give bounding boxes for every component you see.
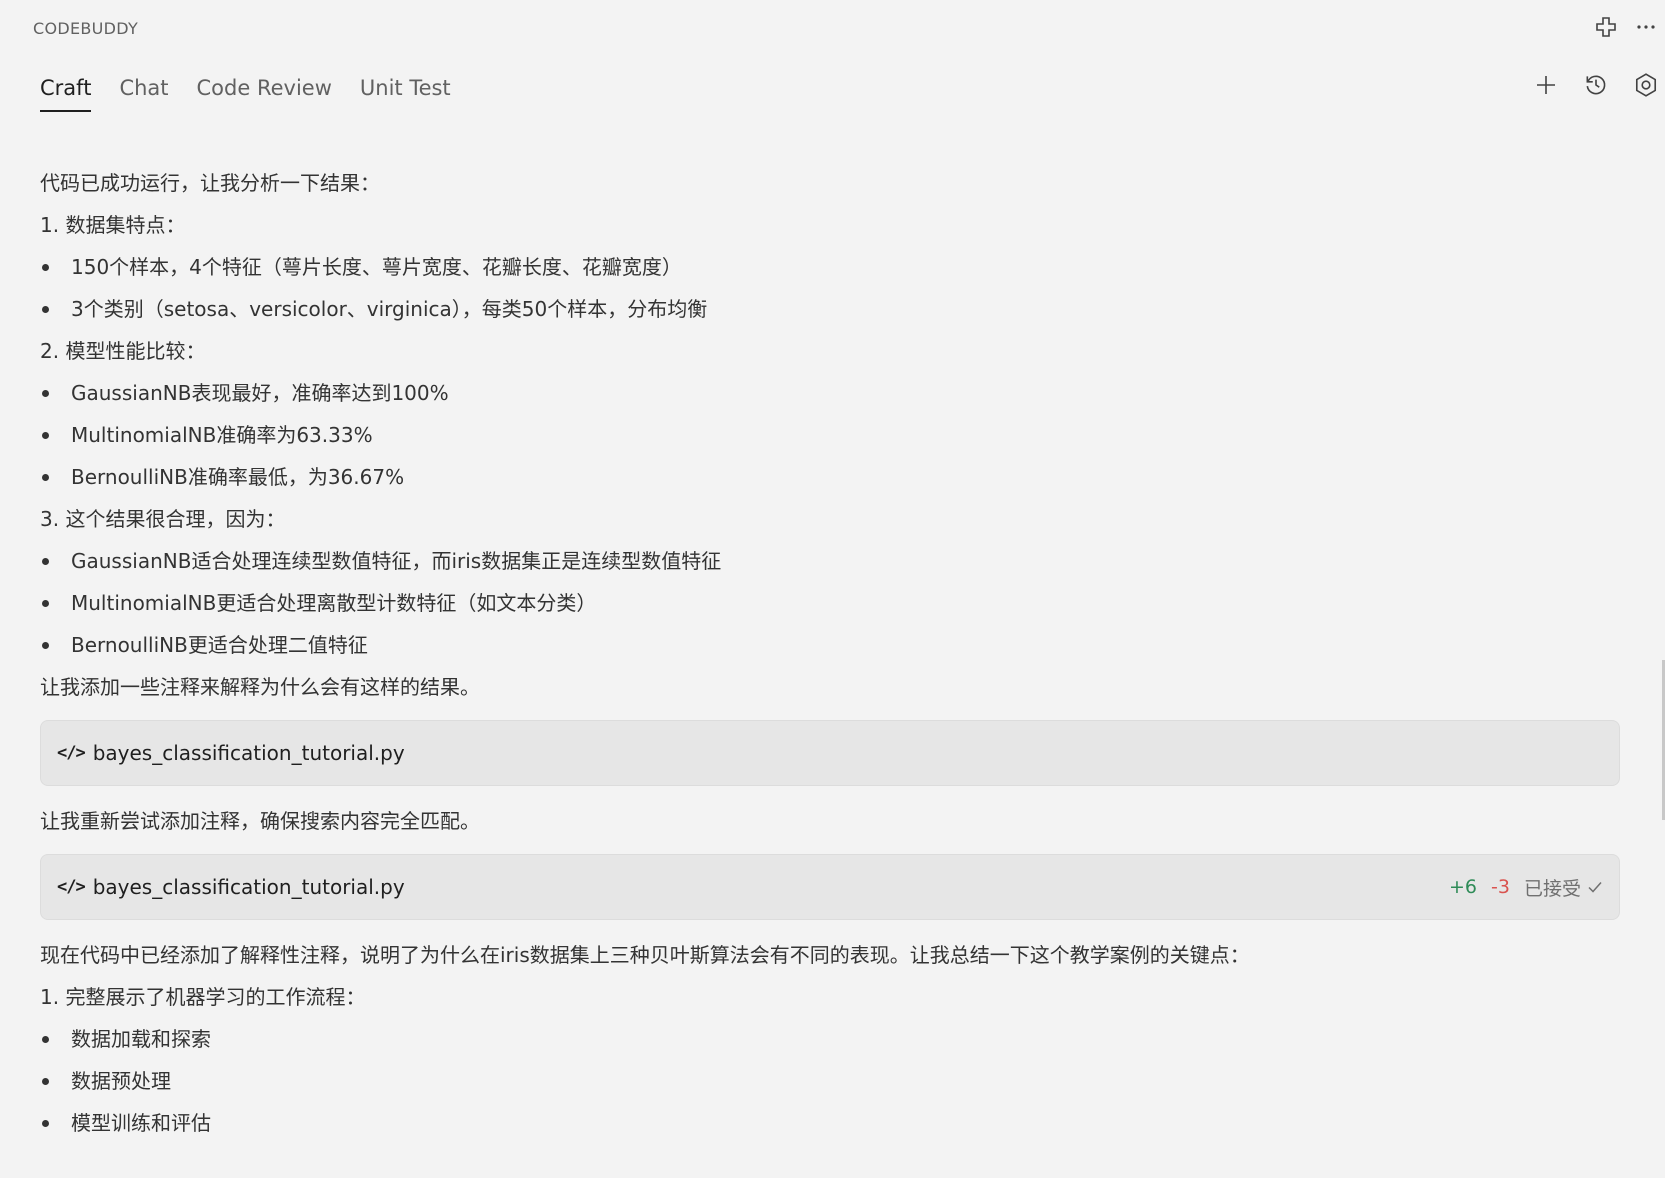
list-item: 数据预处理 [40, 1060, 1622, 1102]
list-item: 数据加载和探索 [40, 1018, 1622, 1060]
message-summary: 现在代码中已经添加了解释性注释，说明了为什么在iris数据集上三种贝叶斯算法会有… [40, 943, 1250, 967]
list-item: MultinomialNB更适合处理离散型计数特征（如文本分类） [40, 582, 1622, 624]
list-item: 150个样本，4个特征（萼片长度、萼片宽度、花瓣长度、花瓣宽度） [40, 246, 1622, 288]
list-item: MultinomialNB准确率为63.33% [40, 414, 1622, 456]
section-heading: 1. 数据集特点： [40, 213, 186, 237]
list-item: 3个类别（setosa、versicolor、virginica），每类50个样… [40, 288, 1622, 330]
message-content: 代码已成功运行，让我分析一下结果： 1. 数据集特点： 150个样本，4个特征（… [40, 162, 1622, 1144]
list-item: BernoulliNB更适合处理二值特征 [40, 624, 1622, 666]
file-card[interactable]: </> bayes_classification_tutorial.py [40, 720, 1620, 786]
tab-craft[interactable]: Craft [40, 72, 92, 112]
tab-bar: Craft Chat Code Review Unit Test [40, 72, 451, 114]
file-name: bayes_classification_tutorial.py [92, 875, 405, 899]
code-icon: </> [57, 877, 86, 897]
more-icon[interactable] [1633, 14, 1659, 40]
section-heading: 1. 完整展示了机器学习的工作流程： [40, 985, 366, 1009]
lines-added: +6 [1449, 876, 1478, 898]
list-item: BernoulliNB准确率最低，为36.67% [40, 456, 1622, 498]
section-heading: 2. 模型性能比较： [40, 339, 206, 363]
section-heading: 3. 这个结果很合理，因为： [40, 507, 286, 531]
settings-icon[interactable] [1631, 70, 1661, 100]
code-icon: </> [57, 743, 86, 763]
top-actions [1593, 14, 1659, 40]
tab-code-review[interactable]: Code Review [197, 72, 332, 112]
file-name: bayes_classification_tutorial.py [92, 741, 405, 765]
message-line: 让我重新尝试添加注释，确保搜索内容完全匹配。 [40, 809, 480, 833]
list-item: GaussianNB表现最好，准确率达到100% [40, 372, 1622, 414]
app-title: CODEBUDDY [33, 19, 139, 38]
list-item: 模型训练和评估 [40, 1102, 1622, 1144]
tab-unit-test[interactable]: Unit Test [360, 72, 451, 112]
diff-summary: +6 -3 已接受 [1449, 874, 1603, 901]
accepted-label: 已接受 [1523, 877, 1581, 900]
message-intro: 代码已成功运行，让我分析一下结果： [40, 171, 380, 195]
lines-removed: -3 [1491, 876, 1510, 898]
history-icon[interactable] [1581, 70, 1611, 100]
list-item: GaussianNB适合处理连续型数值特征，而iris数据集正是连续型数值特征 [40, 540, 1622, 582]
tab-chat[interactable]: Chat [119, 72, 168, 112]
file-card[interactable]: </> bayes_classification_tutorial.py +6 … [40, 854, 1620, 920]
check-icon [1588, 882, 1602, 893]
top-bar: CODEBUDDY [0, 0, 1665, 56]
tab-actions [1531, 70, 1661, 100]
add-icon[interactable] [1531, 70, 1561, 100]
message-line: 让我添加一些注释来解释为什么会有这样的结果。 [40, 675, 480, 699]
accepted-status: 已接受 [1524, 874, 1603, 901]
extensions-icon[interactable] [1593, 14, 1619, 40]
